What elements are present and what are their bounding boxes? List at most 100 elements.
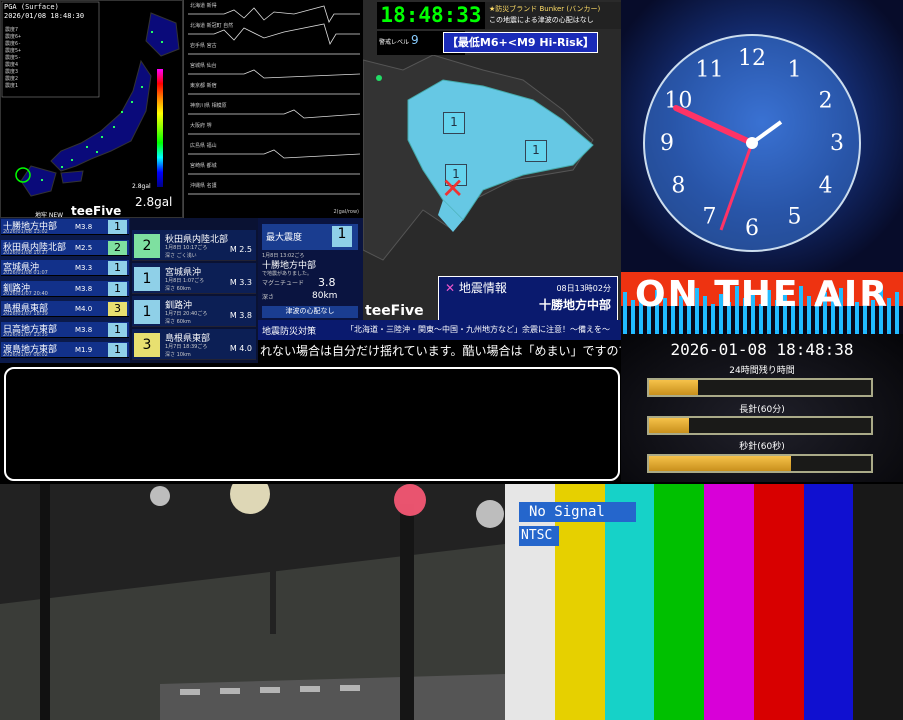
color-bar [853,484,903,720]
summary-desc: で地震がありました。 [262,271,313,277]
ntsc-label: NTSC [519,526,559,546]
eq-detail-row: 1 釧路沖 1月7日 20:40ごろ M 3.8 深さ 60km [132,296,256,327]
earthquake-detail-list: 2 秋田県内陸北部 1月8日 10:17ごろ M 2.5 深さ ごく浅い 1 宮城県沖 1月8… [130,218,258,363]
color-bar [704,484,755,720]
level-value: 9 [410,33,419,47]
pga-color-scale [157,69,163,187]
level-label: 警戒レベル [379,39,410,46]
bar-label-hour: 長針(60分) [739,405,785,415]
eq-row-date: 2026/01/08 10:17 [3,249,48,256]
clock-number: 12 [738,46,766,71]
eq-list-row: 渡島地方東部 2026/01/07 08:02 M1.9 1 [1,342,129,358]
no-signal-label: No Signal [519,502,636,522]
color-bar [803,484,855,720]
hour-progress-bar [647,416,873,435]
eq-detail-time: 1月8日 1:07ごろ [165,278,205,284]
eq-row-mag: M1.9 [75,346,93,354]
eq-row-date: 2026/01/08 01:07 [3,270,48,276]
progress-datetime: 2026-01-08 18:48:38 [670,340,854,359]
tsunami-status: 津波の心配なし [262,306,358,318]
note-top: ★防災ブランド Bunker (バンカー) [489,5,601,13]
clock-number: 6 [745,216,759,241]
eq-list-row: 釧路沖 2026/01/07 20:40 M3.8 1 [1,280,129,297]
eq-detail-row: 1 宮城県沖 1月8日 1:07ごろ M 3.3 深さ 60km [132,263,256,294]
multiview-screen: PGA (Surface) 2026/01/08 18:48:30 震度7 震度6… [0,0,903,720]
analog-clock-panel: 12 1 2 3 4 5 6 7 8 9 10 11 [621,0,903,272]
eq-row-mag: M2.5 [75,243,93,252]
intensity-badge: 1 [525,140,547,162]
eq-row-date: 2026/01/07 20:40 [3,290,48,297]
eq-detail-time: 1月7日 20:40ごろ [165,311,208,317]
clock-number: 8 [671,174,685,199]
eq-row-int: 1 [108,220,127,234]
eq-detail-mag: M 4.0 [229,344,252,353]
eq-row-int: 1 [108,281,127,296]
eq-row-mag: M3.8 [75,223,93,231]
clock-number: 3 [830,131,844,156]
eq-detail-mag: M 3.3 [229,278,252,287]
earthquake-list: 十勝地方中部 2026/01/08 13:02 M3.8 1 秋田県内陸北部 2026/0… [0,218,130,363]
max-intensity-label: 最大震度 [266,233,303,243]
alert-warning: 「北海道・三陸沖・関東〜中国・九州地方など」余震に注意！〜備えを〜 [346,325,610,334]
eq-list-row: 秋田県内陸北部 2026/01/08 10:17 M2.5 2 [1,239,129,256]
intensity-map-panel: PGA (Surface) 2026/01/08 18:48:30 震度7 震度6… [0,0,183,219]
tsunami-logo: teeFive [365,303,424,319]
eq-detail-int: 2 [134,234,160,258]
eq-detail-depth: 深さ 10km [165,352,191,358]
eq-row-int: 3 [108,302,127,316]
day-progress-bar [647,378,873,397]
clock-number: 7 [703,205,717,230]
time-progress-panel: 2026-01-08 18:48:38 24時間残り時間 長針(60分) 秒針(… [621,334,903,482]
clock-number: 2 [819,89,833,114]
eq-row-date: 2026/01/07 13:35 [3,331,48,338]
clock-number: 5 [788,205,802,230]
on-air-text: ON THE AIR [634,274,890,315]
eq-info-time: 08日13時02分 [556,284,611,293]
max-intensity-value: 1 [332,226,352,247]
eq-detail-depth: 深さ ごく浅い [165,253,197,259]
alert-label: 地震防災対策 [262,327,317,337]
eq-detail-mag: M 3.8 [229,311,252,320]
gal-value: 2.8gal [135,195,173,209]
color-bar [753,484,805,720]
eq-detail-int: 1 [134,267,160,291]
eq-info-title: 地震情報 [458,281,507,295]
intensity-badge: 1 [443,112,465,134]
news-ticker: れない場合は自分だけ揺れています。酷い場合は「めまい」ですので病院 [258,340,621,362]
eq-row-int: 1 [108,343,127,357]
depth-value: 80km [312,291,338,301]
eq-row-mag: M4.0 [75,305,93,313]
clock-number: 1 [788,57,802,82]
depth-label: 深さ [262,294,275,301]
map-legend: 震度7 震度6+ 震度6- 震度5+ 震度5- 震度4 震度3 震度2 震度1 [5,27,22,89]
station-label: 広島県 福山 [190,143,217,149]
station-label: 北海道 新得 [190,3,217,9]
ticker-text: れない場合は自分だけ揺れています。酷い場合は「めまい」ですので病院 [260,344,621,358]
station-label: 沖縄県 名護 [190,183,217,189]
max-intensity-box: 最大震度 1 [262,224,358,250]
eq-detail-depth: 深さ 60km [165,319,191,325]
tsunami-note: ★防災ブランド Bunker (バンカー) この地震による津波の心配はなし [485,2,621,29]
risk-banner: 【最低M6+<M9 Hi-Risk】 [443,32,598,53]
bar-label-day: 24時間残り時間 [729,366,795,376]
station-label: 北海道 新冠町 自然 [190,23,234,29]
eq-row-mag: M3.8 [75,284,93,293]
minute-progress-fill [649,456,792,471]
live-camera-feed [0,484,505,720]
eq-detail-time: 1月7日 18:39ごろ [165,344,208,350]
day-progress-fill [649,380,698,395]
eq-list-row: 日高地方東部 2026/01/07 13:35 M3.8 1 [1,321,129,338]
hour-progress-fill [649,418,689,433]
on-air-panel: ON THE AIR [621,272,903,334]
clock-number: 4 [819,174,833,199]
color-bar [654,484,705,720]
tsunami-panel: 1 1 1 ✕ 18:48:33 ★防災ブランド Bunker (バンカー) こ… [363,0,621,342]
clock-number: 9 [660,131,674,156]
alert-strip: 地震防災対策 「北海道・三陸沖・関東〜中国・九州地方など」余震に注意！〜備えを〜 [258,320,621,340]
eq-list-row: 島根県東部 2026/01/07 18:39 M4.0 3 [1,301,129,317]
eq-detail-int: 3 [134,333,160,357]
station-label: 神奈川県 相模原 [190,103,227,109]
note-bottom: この地震による津波の心配はなし [489,16,594,24]
clock-number: 11 [696,57,724,82]
minute-progress-bar [647,454,873,473]
